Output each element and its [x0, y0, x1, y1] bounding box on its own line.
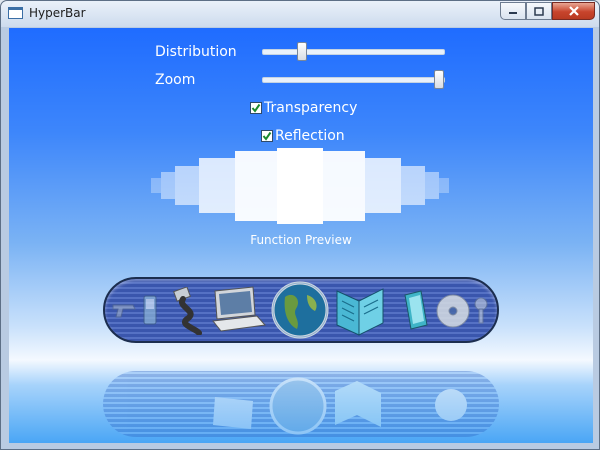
title-bar[interactable]: HyperBar	[1, 1, 599, 27]
client-area: Distribution Zoom Transparency Reflectio…	[9, 28, 593, 443]
tablet-icon[interactable]	[401, 289, 431, 337]
reflection-checkbox[interactable]	[261, 130, 273, 142]
close-icon	[568, 6, 579, 16]
zoom-label: Zoom	[155, 72, 196, 88]
close-button[interactable]	[552, 2, 595, 20]
preview-bar	[277, 148, 323, 224]
distribution-slider[interactable]	[262, 42, 445, 61]
book-icon[interactable]	[333, 283, 387, 341]
preview-bar	[199, 158, 235, 213]
dock-reflection	[103, 371, 499, 437]
caption-buttons	[500, 2, 595, 21]
preview-bar	[365, 158, 401, 213]
minimize-button[interactable]	[500, 2, 526, 20]
reflection-option[interactable]: Reflection	[261, 128, 345, 144]
preview-bar	[151, 178, 161, 193]
function-preview-label: Function Preview	[250, 233, 352, 247]
key-icon[interactable]	[471, 297, 491, 329]
phone-icon[interactable]	[141, 293, 159, 331]
cd-icon	[433, 383, 469, 423]
zoom-slider[interactable]	[262, 70, 445, 89]
distribution-slider-thumb[interactable]	[297, 42, 307, 61]
globe-icon	[269, 371, 329, 435]
usb-cable-icon[interactable]	[169, 286, 205, 339]
book-icon	[331, 373, 385, 433]
distribution-label: Distribution	[155, 44, 237, 60]
maximize-button[interactable]	[526, 2, 552, 20]
transparency-checkbox[interactable]	[250, 102, 262, 114]
reflection-label: Reflection	[275, 128, 345, 144]
preview-bar	[425, 172, 439, 199]
maximize-icon	[534, 6, 544, 16]
preview-bar	[323, 151, 365, 221]
laptop-icon[interactable]	[209, 285, 267, 339]
laptop-icon	[207, 377, 265, 431]
window-title: HyperBar	[29, 6, 86, 20]
preview-bar	[439, 178, 449, 193]
transparency-option[interactable]: Transparency	[250, 100, 357, 116]
checkmark-icon	[262, 131, 272, 141]
gun-icon[interactable]	[111, 297, 139, 327]
preview-bar	[161, 172, 175, 199]
preview-bar	[175, 166, 199, 205]
app-window-icon	[8, 7, 23, 19]
globe-icon[interactable]	[271, 281, 331, 341]
checkmark-icon	[251, 103, 261, 113]
cd-icon[interactable]	[435, 293, 471, 333]
hyperbar-dock	[103, 277, 499, 343]
preview-bar	[235, 151, 277, 221]
transparency-label: Transparency	[264, 100, 358, 116]
preview-bar	[401, 166, 425, 205]
minimize-icon	[509, 12, 517, 14]
zoom-slider-thumb[interactable]	[434, 70, 444, 89]
app-window: HyperBar Distribution Zoom Transparency …	[0, 0, 600, 450]
